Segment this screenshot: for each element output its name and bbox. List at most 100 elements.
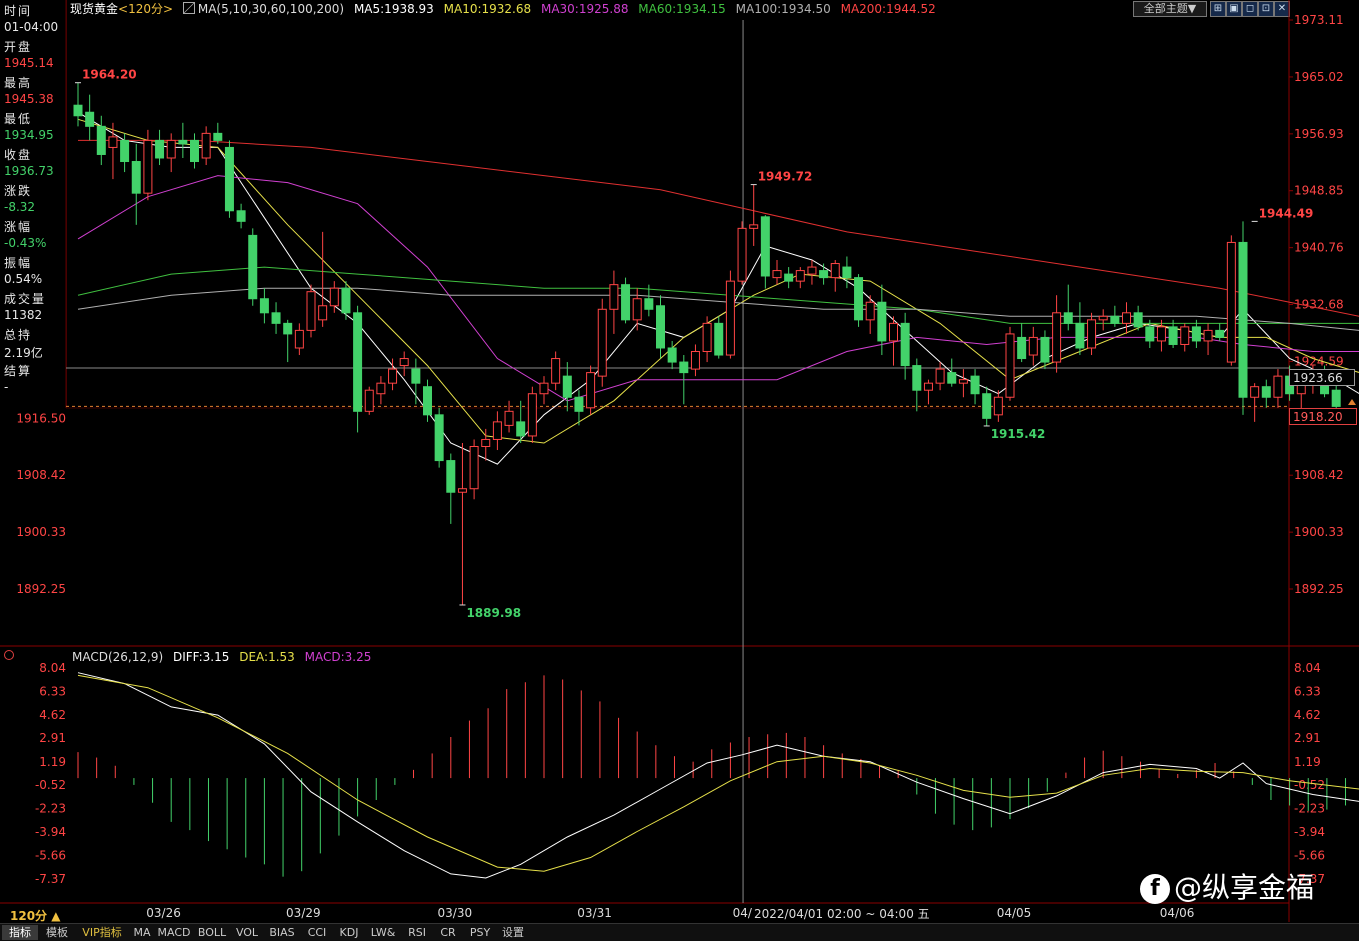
- candle-body: [1087, 319, 1097, 349]
- candle-body: [178, 139, 188, 145]
- tab-8[interactable]: CCI: [302, 925, 332, 940]
- candle-body: [504, 410, 514, 426]
- macd-tick-label: 8.04: [1294, 661, 1321, 675]
- tab-0[interactable]: 指标: [2, 925, 38, 940]
- macd-tick-label: -5.66: [1294, 849, 1325, 863]
- macd-tick-label: 2.91: [1294, 731, 1321, 745]
- candle-body: [562, 375, 572, 398]
- tab-11[interactable]: RSI: [402, 925, 432, 940]
- macd-tick-label-left: 4.62: [39, 708, 66, 722]
- tab-2[interactable]: VIP指标: [76, 925, 128, 940]
- candle-body: [889, 322, 898, 342]
- candle-body: [609, 284, 619, 310]
- candle-body: [935, 368, 945, 384]
- candle-body: [539, 382, 549, 395]
- candle-body: [1145, 326, 1155, 342]
- trading-app: 时间 01-04:00 开盘 1945.14 最高 1945.38 最低 1934.95 收盘 1…: [0, 0, 1359, 941]
- candle-body: [958, 379, 968, 384]
- indicator-tabbar: 指标 模板 VIP指标 MA MACD BOLL VOL BIAS CCI KDJ LW& RSI CR…: [0, 923, 1359, 941]
- candle-body: [1028, 336, 1038, 356]
- tab-12[interactable]: CR: [434, 925, 462, 940]
- price-tick-label: 1973.11: [1294, 13, 1344, 27]
- candle-body: [667, 347, 677, 363]
- chart-canvas[interactable]: 1973.111965.021956.931948.851940.761932.…: [0, 0, 1359, 940]
- candle-body: [795, 270, 805, 282]
- extreme-label: 1949.72: [758, 170, 813, 184]
- candle-body: [224, 146, 234, 212]
- macd-tick-label: -3.94: [1294, 825, 1325, 839]
- candle-body: [411, 368, 421, 384]
- candle-body: [388, 368, 398, 384]
- candle-body: [271, 312, 281, 324]
- candle-body: [702, 322, 712, 353]
- candle-body: [1250, 386, 1260, 398]
- price-tick-label: 1892.25: [1294, 582, 1344, 596]
- extreme-label: 1915.42: [991, 427, 1046, 441]
- tab-6[interactable]: VOL: [232, 925, 262, 940]
- candle-body: [259, 298, 269, 314]
- candle-body: [970, 375, 980, 395]
- macd-tick-label: 1.19: [1294, 755, 1321, 769]
- price-tick-label: 1940.76: [1294, 241, 1344, 255]
- candle-body: [772, 270, 782, 279]
- candle-body: [574, 396, 584, 412]
- period-selector[interactable]: 120分 ▲: [10, 907, 60, 924]
- candle-body: [586, 372, 596, 409]
- macd-tick-label-left: -3.94: [35, 825, 66, 839]
- extreme-label: 1944.49: [1259, 206, 1314, 220]
- candle-body: [1226, 241, 1236, 363]
- candle-body: [364, 389, 374, 412]
- candle-body: [1331, 389, 1341, 407]
- price-tick-label: 1908.42: [1294, 468, 1344, 482]
- candle-body: [120, 139, 130, 163]
- candle-body: [679, 361, 689, 374]
- tab-14[interactable]: 设置: [498, 925, 528, 940]
- candle-body: [492, 421, 502, 440]
- price-tick-label-left: 1916.50: [16, 411, 66, 425]
- macd-tick-label-left: -0.52: [35, 778, 66, 792]
- candle-body: [236, 210, 246, 222]
- candle-body: [1168, 326, 1178, 345]
- tab-9[interactable]: KDJ: [334, 925, 364, 940]
- tab-7[interactable]: BIAS: [264, 925, 300, 940]
- macd-value: MACD:3.25: [304, 650, 372, 664]
- tab-1[interactable]: 模板: [40, 925, 74, 940]
- macd-tick-label: 6.33: [1294, 684, 1321, 698]
- candle-body: [877, 301, 887, 342]
- price-tick-label: 1956.93: [1294, 127, 1344, 141]
- candle-body: [434, 414, 444, 462]
- tab-4[interactable]: MACD: [156, 925, 192, 940]
- tab-13[interactable]: PSY: [464, 925, 496, 940]
- ma-line-ma60: [77, 266, 1359, 324]
- candle-body: [155, 139, 165, 159]
- date-label: 04/05: [997, 906, 1032, 920]
- macd-tick-label: -2.23: [1294, 802, 1325, 816]
- price-tick-label: 1948.85: [1294, 184, 1344, 198]
- macd-tick-label: 4.62: [1294, 708, 1321, 722]
- macd-tick-label-left: 6.33: [39, 684, 66, 698]
- candle-body: [131, 161, 141, 194]
- tab-10[interactable]: LW&: [366, 925, 400, 940]
- candle-body: [1203, 329, 1213, 342]
- candle-body: [749, 224, 759, 229]
- candle-body: [842, 266, 852, 279]
- candle-body: [912, 365, 922, 391]
- candle-body: [96, 125, 106, 155]
- tab-3[interactable]: MA: [130, 925, 154, 940]
- macd-settings-icon[interactable]: [4, 650, 14, 660]
- candle-body: [1261, 386, 1271, 398]
- candle-body: [1133, 312, 1143, 328]
- macd-title[interactable]: MACD(26,12,9): [72, 650, 163, 664]
- candle-body: [621, 284, 631, 321]
- date-label: 04/06: [1160, 906, 1195, 920]
- candle-body: [725, 280, 735, 356]
- tab-5[interactable]: BOLL: [194, 925, 230, 940]
- candle-body: [457, 488, 467, 493]
- price-tick-label: 1965.02: [1294, 70, 1344, 84]
- candle-body: [294, 329, 304, 349]
- candle-body: [807, 266, 817, 275]
- candle-body: [632, 298, 642, 321]
- candle-body: [1052, 312, 1062, 363]
- macd-dea-line: [77, 674, 1359, 872]
- macd-tick-label-left: -5.66: [35, 849, 66, 863]
